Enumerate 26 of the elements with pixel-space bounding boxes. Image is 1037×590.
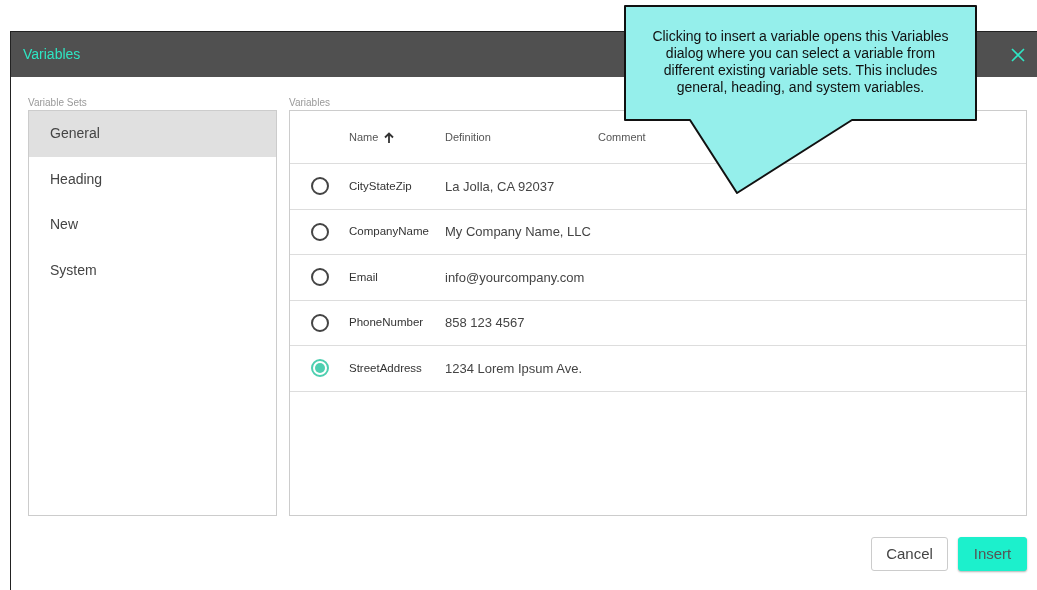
insert-button[interactable]: Insert [958,537,1027,571]
table-cell-text: PhoneNumber [349,315,425,331]
radio-button[interactable] [311,177,329,196]
table-cell-text: StreetAddress [349,360,423,376]
section-label: Variables [289,96,331,109]
close-icon[interactable] [1011,47,1025,62]
table-cell-text: 1234 Lorem Ipsum Ave. [445,359,583,378]
radio-button[interactable] [311,222,329,241]
table-cell-text: info@yourcompany.com [445,268,585,287]
column-header[interactable]: Name [349,128,379,146]
table-cell-text: La Jolla, CA 92037 [445,177,555,196]
column-header[interactable]: Definition [445,128,491,146]
section-label: Variable Sets [28,96,88,109]
table-cell-text: My Company Name, LLC [445,223,591,241]
radio-button[interactable] [311,268,329,287]
callout-text: Clicking to insert a variable opens this Variables dialog where you can select a variable from different existing variable sets. This includes general, heading, and system variables. [651,28,950,96]
variable-set-item[interactable]: General [29,111,276,157]
cancel-button[interactable]: Cancel [871,537,948,571]
table-cell-text: CompanyName [349,224,430,240]
table-cell-text: 858 123 4567 [445,314,525,332]
radio-button[interactable] [311,359,329,378]
table-cell-text: CityStateZip [349,178,413,194]
table-cell-text: Email [349,269,379,285]
radio-button[interactable] [311,313,329,332]
column-header[interactable]: Comment [598,128,646,146]
dialog-title: Variables [23,45,81,64]
